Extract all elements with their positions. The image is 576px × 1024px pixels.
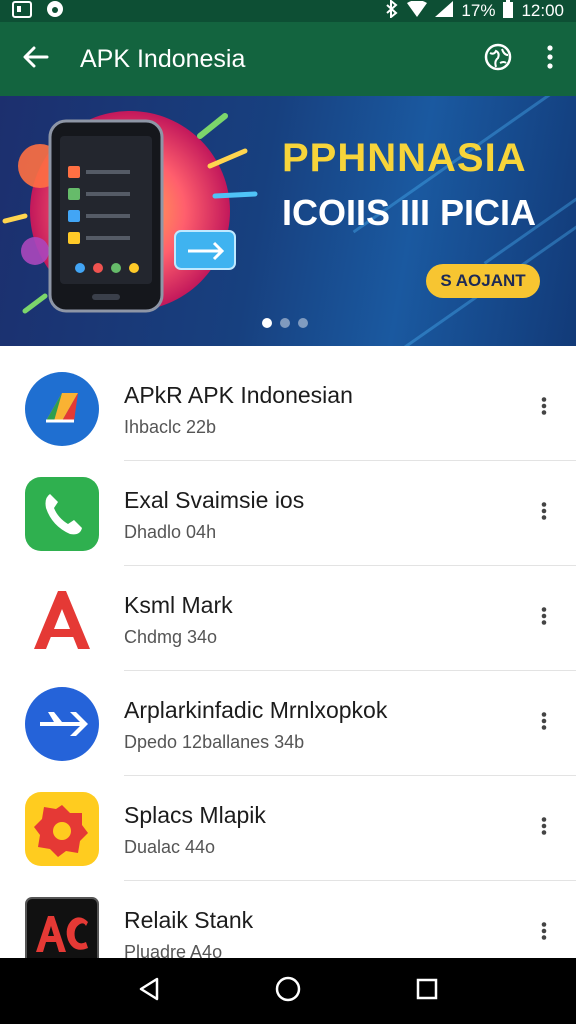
promo-banner[interactable]: PPHNNASIA ICOIIS III PICIA S AOJANT <box>0 96 576 346</box>
nav-back-button[interactable] <box>119 961 179 1021</box>
carousel-dot[interactable] <box>298 318 308 328</box>
list-item[interactable]: Ksml Mark Chdmg 34o <box>0 566 576 671</box>
gallery-notification-icon <box>12 0 32 23</box>
item-menu-button[interactable] <box>512 566 576 671</box>
circle-notification-icon <box>46 0 64 23</box>
more-vert-icon <box>546 44 554 74</box>
app-subtitle: Ihbaclc 22b <box>124 416 217 437</box>
square-recents-icon <box>416 978 438 1005</box>
item-menu-button[interactable] <box>512 356 576 461</box>
more-vert-icon <box>541 502 547 525</box>
more-vert-icon <box>541 397 547 420</box>
app-name: APkR APK Indonesian <box>124 381 353 408</box>
item-menu-button[interactable] <box>512 671 576 776</box>
banner-subheadline: ICOIIS III PICIA <box>282 192 537 233</box>
battery-icon <box>503 0 514 23</box>
web-button[interactable] <box>472 22 524 96</box>
app-subtitle: Chdmg 34o <box>124 626 218 647</box>
app-name: Splacs Mlapik <box>124 801 266 828</box>
app-subtitle: Dualac 44o <box>124 836 216 857</box>
banner-illustration <box>2 111 258 314</box>
signal-icon <box>435 0 454 22</box>
banner-cta-button[interactable]: S AOJANT <box>426 264 540 298</box>
nav-home-button[interactable] <box>258 961 318 1021</box>
banner-headline: PPHNNASIA <box>282 136 527 180</box>
overflow-menu-button[interactable] <box>524 22 576 96</box>
triangle-back-icon <box>137 977 161 1006</box>
list-item[interactable]: APkR APK Indonesian Ihbaclc 22b <box>0 356 576 461</box>
battery-percent: 17% <box>461 1 496 20</box>
app-name: Relaik Stank <box>124 906 254 933</box>
list-item[interactable]: Exal Svaimsie ios Dhadlo 04h <box>0 461 576 566</box>
app-subtitle: Dhadlo 04h <box>124 521 217 542</box>
app-icon-plane <box>24 686 100 762</box>
item-menu-button[interactable] <box>512 461 576 566</box>
app-subtitle: Dpedo 12ballanes 34b <box>124 731 305 752</box>
app-icon-maps <box>24 371 100 447</box>
list-item[interactable]: Arplarkinfadic Mrnlxopkok Dpedo 12ballan… <box>0 671 576 776</box>
globe-icon <box>484 43 512 76</box>
status-bar: 17% 12:00 <box>0 0 576 22</box>
circle-home-icon <box>275 976 301 1007</box>
bluetooth-icon <box>385 0 399 23</box>
more-vert-icon <box>541 712 547 735</box>
more-vert-icon <box>541 607 547 630</box>
back-button[interactable] <box>0 22 72 96</box>
more-vert-icon <box>541 922 547 945</box>
list-item[interactable]: Splacs Mlapik Dualac 44o <box>0 776 576 881</box>
clock: 12:00 <box>521 1 564 20</box>
page-title: APK Indonesia <box>80 44 246 73</box>
carousel-dot[interactable] <box>262 318 272 328</box>
carousel-indicator[interactable] <box>262 318 308 328</box>
app-name: Ksml Mark <box>124 591 233 618</box>
system-nav-bar <box>0 958 576 1024</box>
app-icon-flower <box>24 791 100 867</box>
app-list: APkR APK Indonesian Ihbaclc 22b Exal Sva… <box>0 356 576 986</box>
arrow-left-icon <box>23 42 49 76</box>
app-name: Exal Svaimsie ios <box>124 486 305 513</box>
app-bar: APK Indonesia <box>0 22 576 96</box>
app-name: Arplarkinfadic Mrnlxopkok <box>124 696 388 723</box>
carousel-dot[interactable] <box>280 318 290 328</box>
wifi-icon <box>407 0 428 22</box>
app-icon-phone <box>24 476 100 552</box>
more-vert-icon <box>541 817 547 840</box>
nav-recents-button[interactable] <box>397 961 457 1021</box>
item-menu-button[interactable] <box>512 776 576 881</box>
app-icon-letter-a <box>24 581 100 657</box>
